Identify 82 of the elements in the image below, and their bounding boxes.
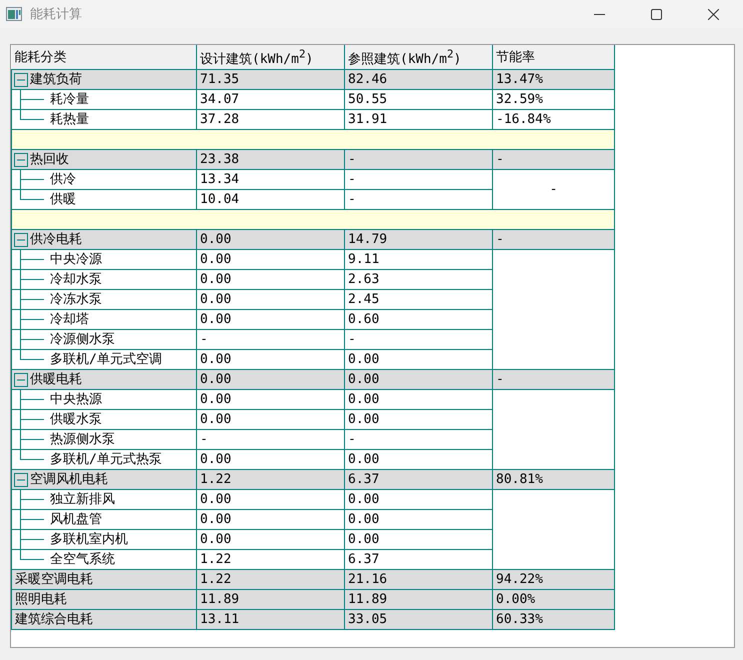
- table-cell: 1.22: [196, 570, 344, 590]
- table-cell: 0.00: [344, 370, 492, 390]
- table-cell: 9.11: [344, 250, 492, 270]
- table-cell: 34.07: [196, 90, 344, 110]
- table-cell: 0.00: [196, 370, 344, 390]
- table-cell: 13.34: [196, 170, 344, 190]
- table-cell: 14.79: [344, 230, 492, 250]
- category-label: 冷却塔: [50, 311, 89, 329]
- table-cell: 94.22%: [492, 570, 614, 590]
- table-cell: 0.00: [196, 530, 344, 550]
- collapse-icon[interactable]: [14, 152, 28, 167]
- table-cell: 0.00: [196, 230, 344, 250]
- table-cell: 采暖空调电耗: [12, 570, 196, 590]
- table-cell: 13.11: [196, 610, 344, 630]
- table-cell: 0.00: [196, 250, 344, 270]
- table-cell: -: [196, 330, 344, 350]
- category-label: 供暖: [50, 191, 76, 209]
- category-label: 多联机/单元式热泵: [50, 451, 162, 469]
- category-label: 耗冷量: [50, 91, 89, 109]
- category-label: 中央冷源: [50, 251, 102, 269]
- column-header[interactable]: 设计建筑(kWh/m$^{2}$): [196, 45, 344, 70]
- table-cell: 0.00: [196, 390, 344, 410]
- table-cell: -: [492, 150, 614, 170]
- table-cell: 0.00: [196, 410, 344, 430]
- collapse-icon[interactable]: [14, 472, 28, 487]
- category-label: 冷却水泵: [50, 271, 102, 289]
- category-label: 耗热量: [50, 111, 89, 129]
- category-label: 多联机/单元式空调: [50, 351, 162, 369]
- maximize-icon[interactable]: [651, 8, 662, 20]
- category-label: 中央热源: [50, 391, 102, 409]
- column-header[interactable]: 参照建筑(kWh/m$^{2}$): [344, 45, 492, 70]
- table-cell: 0.00: [196, 310, 344, 330]
- table-cell: 0.00: [344, 390, 492, 410]
- category-label: 全空气系统: [50, 551, 115, 569]
- table-cell: 50.55: [344, 90, 492, 110]
- table-cell: -: [344, 170, 492, 190]
- category-label: 热源侧水泵: [50, 431, 115, 449]
- table-cell: 11.89: [344, 590, 492, 610]
- table-cell: 21.16: [344, 570, 492, 590]
- table-cell: 0.00%: [492, 590, 614, 610]
- close-icon[interactable]: [708, 8, 719, 20]
- category-label: 供冷电耗: [30, 231, 82, 249]
- category-label: 建筑负荷: [30, 71, 82, 89]
- collapse-icon[interactable]: [14, 372, 28, 387]
- table-cell: 0.00: [196, 290, 344, 310]
- table-cell: 6.37: [344, 470, 492, 490]
- table-cell: 82.46: [344, 70, 492, 90]
- category-label: 风机盘管: [50, 511, 102, 529]
- table-cell: 建筑综合电耗: [12, 610, 196, 630]
- table-cell: 1.22: [196, 470, 344, 490]
- table-cell: -: [344, 150, 492, 170]
- table-cell: 80.81%: [492, 470, 614, 490]
- table-cell: 13.47%: [492, 70, 614, 90]
- table-cell: 11.89: [196, 590, 344, 610]
- table-cell: 0.00: [196, 490, 344, 510]
- table-cell: 32.59%: [492, 90, 614, 110]
- category-label: 独立新排风: [50, 491, 115, 509]
- window-title: 能耗计算: [30, 6, 82, 23]
- table-cell: 0.00: [344, 490, 492, 510]
- table-cell: -: [492, 230, 614, 250]
- table-cell: 0.00: [196, 270, 344, 290]
- category-label: 多联机室内机: [50, 531, 128, 549]
- table-cell: -: [492, 370, 614, 390]
- table-cell: 23.38: [196, 150, 344, 170]
- collapse-icon[interactable]: [14, 72, 28, 87]
- table-cell: -: [196, 430, 344, 450]
- table-cell: 33.05: [344, 610, 492, 630]
- app-icon: [6, 7, 22, 21]
- category-label: 空调风机电耗: [30, 471, 108, 489]
- category-label: 热回收: [30, 151, 69, 169]
- category-label: 供冷: [50, 171, 76, 189]
- table-cell: 照明电耗: [12, 590, 196, 610]
- category-label: 冷冻水泵: [50, 291, 102, 309]
- category-label: 供暖水泵: [50, 411, 102, 429]
- table-cell: 71.35: [196, 70, 344, 90]
- column-header[interactable]: 能耗分类: [12, 45, 196, 70]
- collapse-icon[interactable]: [14, 232, 28, 247]
- column-header[interactable]: 节能率: [492, 45, 614, 70]
- table-cell: 60.33%: [492, 610, 614, 630]
- table-cell: 0.00: [196, 510, 344, 530]
- category-label: 供暖电耗: [30, 371, 82, 389]
- category-label: 冷源侧水泵: [50, 331, 115, 349]
